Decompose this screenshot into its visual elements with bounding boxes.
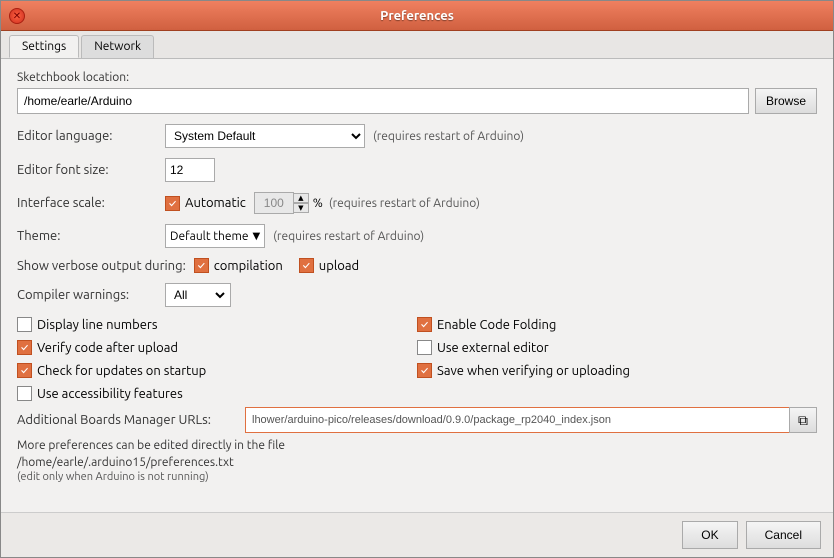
cancel-button[interactable]: Cancel [746,521,821,549]
file-info-line1: More preferences can be edited directly … [17,439,817,452]
upload-checkbox-wrap: upload [299,258,359,273]
editor-language-label: Editor language: [17,129,157,143]
check-updates-label: Check for updates on startup [37,364,206,378]
editor-language-note: (requires restart of Arduino) [373,130,524,143]
theme-label: Theme: [17,229,157,243]
theme-note: (requires restart of Arduino) [273,230,424,243]
compiler-warnings-select-wrap: All [165,283,231,307]
theme-row: Theme: Default theme ▼ (requires restart… [17,224,817,248]
editor-font-size-row: Editor font size: [17,158,817,182]
compilation-checkbox-wrap: compilation [194,258,283,273]
sketchbook-label: Sketchbook location: [17,71,817,84]
ok-button[interactable]: OK [682,521,737,549]
save-verifying-checkbox[interactable] [417,363,432,378]
accessibility-checkbox[interactable] [17,386,32,401]
compiler-warnings-select[interactable]: All [168,287,228,303]
file-info-path: /home/earle/.arduino15/preferences.txt [17,456,817,469]
save-verifying-wrap: Save when verifying or uploading [417,363,817,378]
verbose-output-label: Show verbose output during: [17,259,186,273]
compilation-checkbox[interactable] [194,258,209,273]
compiler-warnings-row: Compiler warnings: All [17,283,817,307]
editor-font-size-input[interactable] [165,158,215,182]
window-title: Preferences [380,9,454,23]
browse-button[interactable]: Browse [755,88,817,114]
enable-code-folding-label: Enable Code Folding [437,318,556,332]
boards-manager-url-input[interactable] [245,407,789,433]
check-updates-checkbox[interactable] [17,363,32,378]
upload-label: upload [319,259,359,273]
boards-manager-url-row: ⧉ [245,407,817,433]
enable-code-folding-wrap: Enable Code Folding [417,317,817,332]
titlebar: ✕ Preferences [1,1,833,31]
upload-checkbox[interactable] [299,258,314,273]
compilation-label: compilation [214,259,283,273]
automatic-checkbox[interactable] [165,196,180,211]
external-editor-label: Use external editor [437,341,549,355]
automatic-checkbox-wrap: Automatic [165,196,246,211]
accessibility-wrap: Use accessibility features [17,386,417,401]
compiler-warnings-label: Compiler warnings: [17,288,157,302]
boards-manager-row: Additional Boards Manager URLs: ⧉ [17,407,817,433]
theme-dropdown-arrow: ▼ [252,230,260,242]
verbose-output-row: Show verbose output during: compilation … [17,258,817,273]
file-info-note: (edit only when Arduino is not running) [17,471,817,483]
display-line-numbers-wrap: Display line numbers [17,317,417,332]
editor-font-size-label: Editor font size: [17,163,157,177]
sketchbook-row: Browse [17,88,817,114]
scale-spinner: ▲ ▼ [293,193,309,213]
scale-down-arrow[interactable]: ▼ [293,203,309,213]
check-updates-wrap: Check for updates on startup [17,363,417,378]
theme-select[interactable]: Default theme ▼ [165,224,265,248]
right-checkboxes: Enable Code Folding Use external editor … [417,317,817,401]
scale-up-arrow[interactable]: ▲ [293,193,309,203]
sketchbook-input[interactable] [17,88,749,114]
editor-language-row: Editor language: System Default (require… [17,124,817,148]
enable-code-folding-checkbox[interactable] [417,317,432,332]
scale-value-input[interactable] [254,192,294,214]
automatic-label: Automatic [185,196,246,210]
verify-code-checkbox[interactable] [17,340,32,355]
boards-manager-url-button[interactable]: ⧉ [789,407,817,433]
boards-manager-label: Additional Boards Manager URLs: [17,413,237,427]
external-editor-checkbox[interactable] [417,340,432,355]
external-editor-wrap: Use external editor [417,340,817,355]
left-checkboxes: Display line numbers Verify code after u… [17,317,417,401]
verify-code-label: Verify code after upload [37,341,178,355]
preferences-window: ✕ Preferences Settings Network Sketchboo… [0,0,834,558]
footer: OK Cancel [1,512,833,557]
interface-scale-row: Interface scale: Automatic ▲ ▼ % (requir… [17,192,817,214]
checkboxes-grid: Display line numbers Verify code after u… [17,317,817,401]
verify-code-wrap: Verify code after upload [17,340,417,355]
percent-label: % [313,197,323,210]
accessibility-label: Use accessibility features [37,387,183,401]
settings-content: Sketchbook location: Browse Editor langu… [1,59,833,512]
editor-language-select[interactable]: System Default [165,124,365,148]
display-line-numbers-label: Display line numbers [37,318,157,332]
theme-value: Default theme [170,230,248,243]
close-button[interactable]: ✕ [9,8,25,24]
tab-bar: Settings Network [1,31,833,59]
tab-network[interactable]: Network [81,35,154,58]
interface-scale-label: Interface scale: [17,196,157,210]
save-verifying-label: Save when verifying or uploading [437,364,630,378]
tab-settings[interactable]: Settings [9,35,79,58]
scale-note: (requires restart of Arduino) [329,197,480,210]
display-line-numbers-checkbox[interactable] [17,317,32,332]
